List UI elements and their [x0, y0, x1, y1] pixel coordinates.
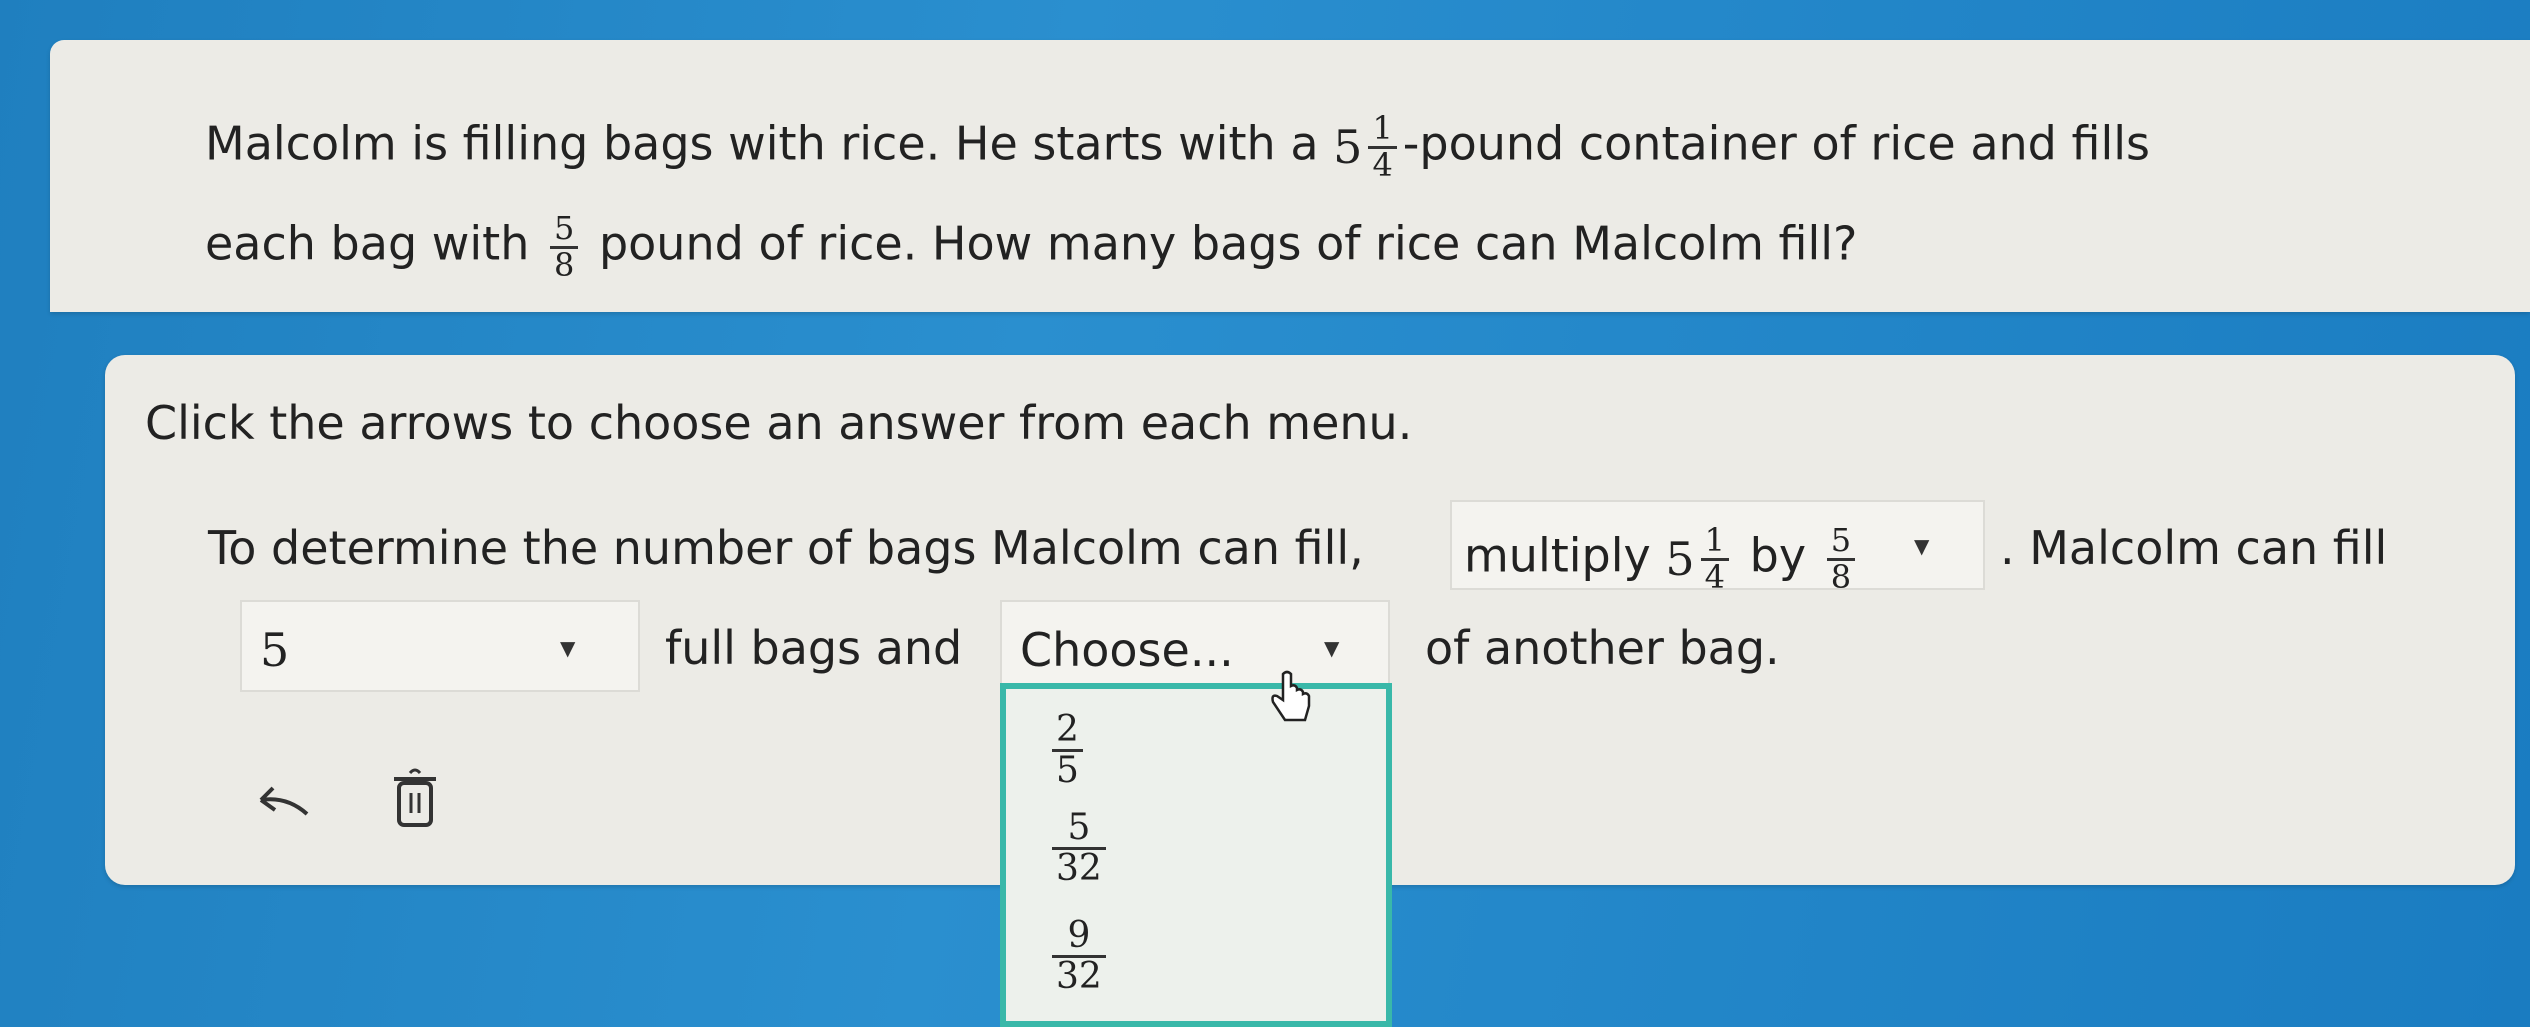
question-line-1: Malcolm is filling bags with rice. He st…: [205, 109, 2150, 183]
fraction-numerator: 5: [1830, 521, 1852, 559]
select-value: 5: [260, 623, 290, 677]
fraction: 5 32: [1052, 809, 1106, 888]
fraction-numerator: 1: [1704, 521, 1726, 559]
trash-icon[interactable]: [390, 765, 440, 830]
question-text: each bag with: [205, 216, 530, 271]
select-text: multiply: [1464, 528, 1651, 583]
fraction-denominator: 4: [1368, 145, 1397, 183]
sentence-part-4: of another bag.: [1425, 621, 1780, 675]
fraction-dropdown-list[interactable]: 25 5 32 9 32: [1000, 683, 1392, 1027]
hand-cursor-icon: [1271, 670, 1311, 722]
triangle-down-icon[interactable]: ▼: [1324, 636, 1339, 660]
question-text: -pound container of rice and fills: [1402, 116, 2150, 171]
fraction-numerator: 9: [1067, 915, 1091, 956]
dropdown-option[interactable]: 25: [1046, 711, 1089, 790]
dropdown-option[interactable]: 9 32: [1046, 917, 1112, 996]
fraction-denominator: 8: [1826, 557, 1856, 595]
question-text: pound of rice. How many bags of rice can…: [598, 216, 1858, 271]
undo-icon[interactable]: [245, 780, 315, 830]
whole-bags-select[interactable]: 5 ▼: [240, 600, 640, 692]
fraction-numerator: 5: [553, 209, 575, 247]
fraction-numerator: 2: [1056, 709, 1079, 750]
instruction-text: Click the arrows to choose an answer fro…: [145, 396, 1413, 450]
triangle-down-icon[interactable]: ▼: [1914, 534, 1929, 558]
fraction: 25: [1052, 711, 1083, 790]
select-text: by: [1749, 528, 1807, 583]
question-line-2: each bag with 58 pound of rice. How many…: [205, 209, 1858, 283]
sentence-part-3: full bags and: [665, 621, 963, 675]
operation-select[interactable]: multiply 514 by 58 ▼: [1450, 500, 1985, 593]
fraction-denominator: 4: [1700, 557, 1730, 595]
fraction-denominator: 32: [1052, 846, 1106, 888]
fraction-select[interactable]: Choose... ▼: [1000, 600, 1390, 692]
question-panel: Malcolm is filling bags with rice. He st…: [50, 40, 2530, 312]
fraction-numerator: 1: [1372, 109, 1393, 147]
select-value: Choose...: [1020, 623, 1234, 677]
fraction: 14: [1700, 521, 1730, 595]
fraction-denominator: 8: [549, 245, 579, 283]
fraction-denominator: 32: [1052, 954, 1106, 996]
sentence-part-2: . Malcolm can fill: [2000, 521, 2388, 575]
fraction: 14: [1368, 109, 1397, 183]
select-value: multiply 514 by 58: [1464, 521, 1861, 595]
mixed-whole: 5: [1665, 532, 1695, 587]
triangle-down-icon[interactable]: ▼: [560, 636, 575, 660]
sentence-part-1: To determine the number of bags Malcolm …: [208, 521, 1364, 575]
question-text: Malcolm is filling bags with rice. He st…: [205, 116, 1319, 171]
fraction-numerator: 5: [1067, 807, 1091, 848]
mixed-whole: 5: [1333, 120, 1363, 175]
dropdown-option[interactable]: 5 32: [1046, 809, 1112, 888]
fraction: 58: [549, 209, 579, 283]
fraction: 58: [1826, 521, 1856, 595]
fraction-denominator: 5: [1052, 748, 1083, 790]
fraction: 9 32: [1052, 917, 1106, 996]
